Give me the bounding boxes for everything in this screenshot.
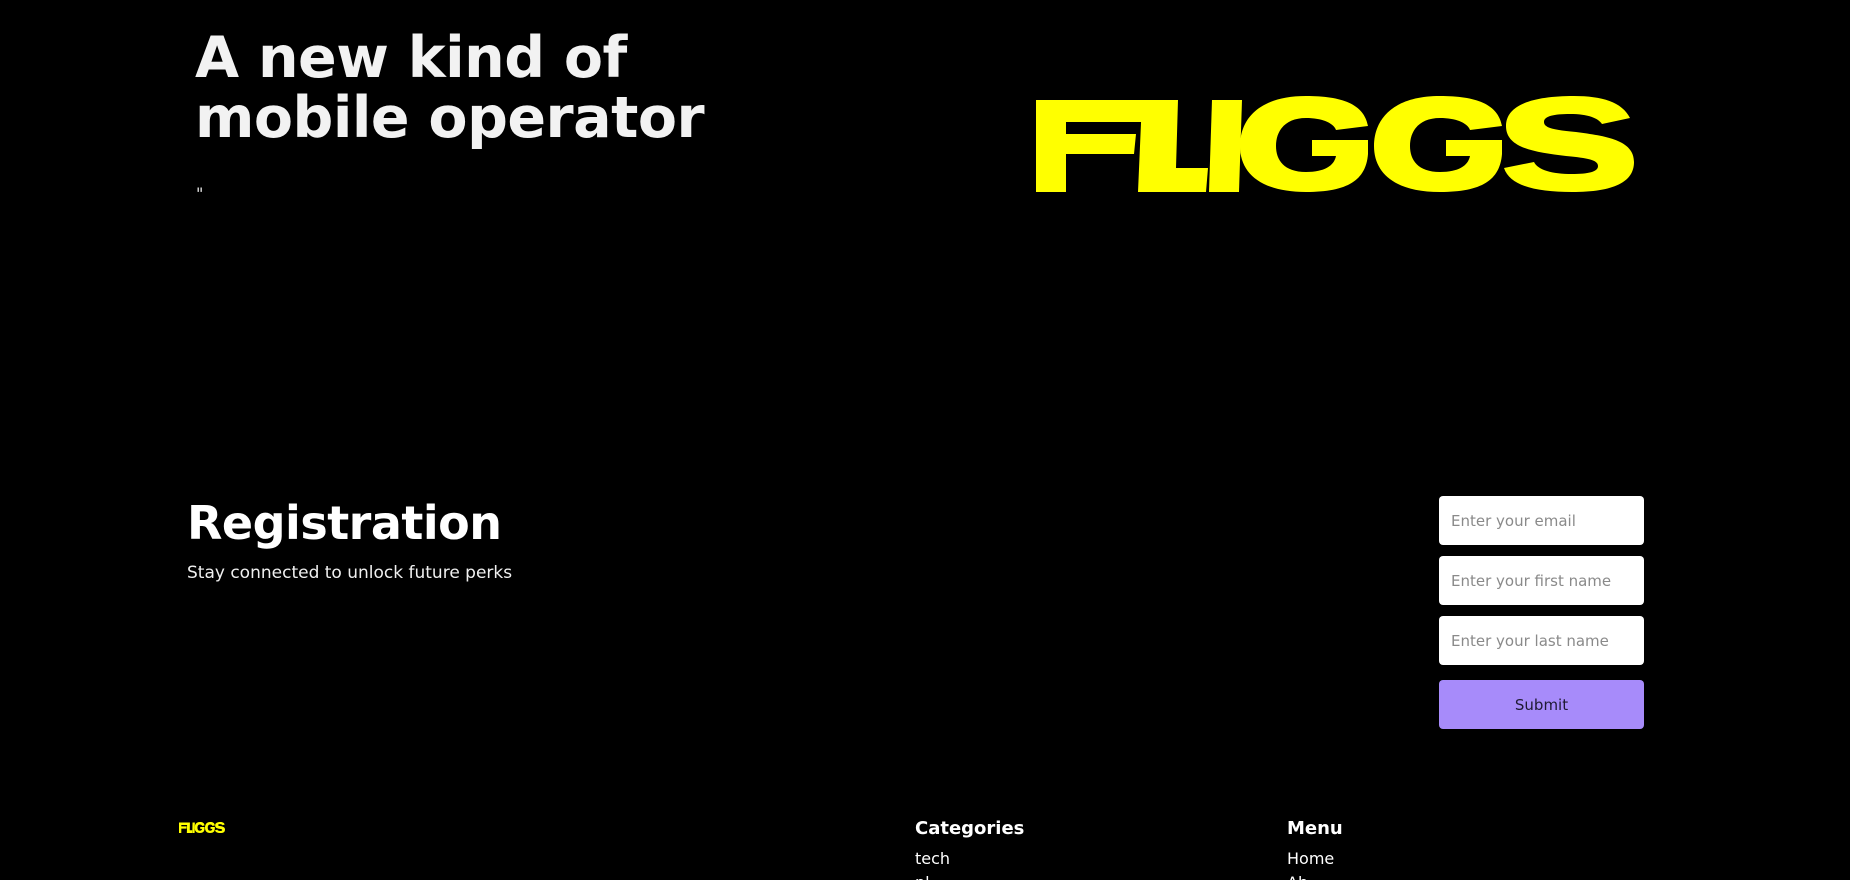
- footer-menu-title: Menu: [1287, 818, 1343, 839]
- footer-menu: Menu Home Ab: [1287, 818, 1343, 880]
- email-input[interactable]: [1439, 496, 1644, 545]
- footer-categories: Categories tech pl: [915, 818, 1024, 880]
- footer-menu-link-home[interactable]: Home: [1287, 847, 1343, 871]
- footer-category-link[interactable]: tech: [915, 847, 1024, 871]
- footer-menu-link[interactable]: Ab: [1287, 871, 1343, 880]
- fliggs-logo: [1036, 96, 1634, 192]
- hero-title: A new kind of mobile operator: [195, 25, 705, 151]
- registration-form: Submit: [1439, 496, 1644, 729]
- registration-title: Registration: [187, 496, 502, 550]
- submit-button[interactable]: Submit: [1439, 680, 1644, 729]
- footer-category-link[interactable]: pl: [915, 871, 1024, 880]
- hero-quote: ": [196, 184, 204, 203]
- first-name-input[interactable]: [1439, 556, 1644, 605]
- footer-categories-title: Categories: [915, 818, 1025, 839]
- page: A new kind of mobile operator " Registra…: [0, 0, 1850, 880]
- last-name-input[interactable]: [1439, 616, 1644, 665]
- registration-subtitle: Stay connected to unlock future perks: [187, 563, 513, 583]
- footer-logo[interactable]: [179, 822, 225, 833]
